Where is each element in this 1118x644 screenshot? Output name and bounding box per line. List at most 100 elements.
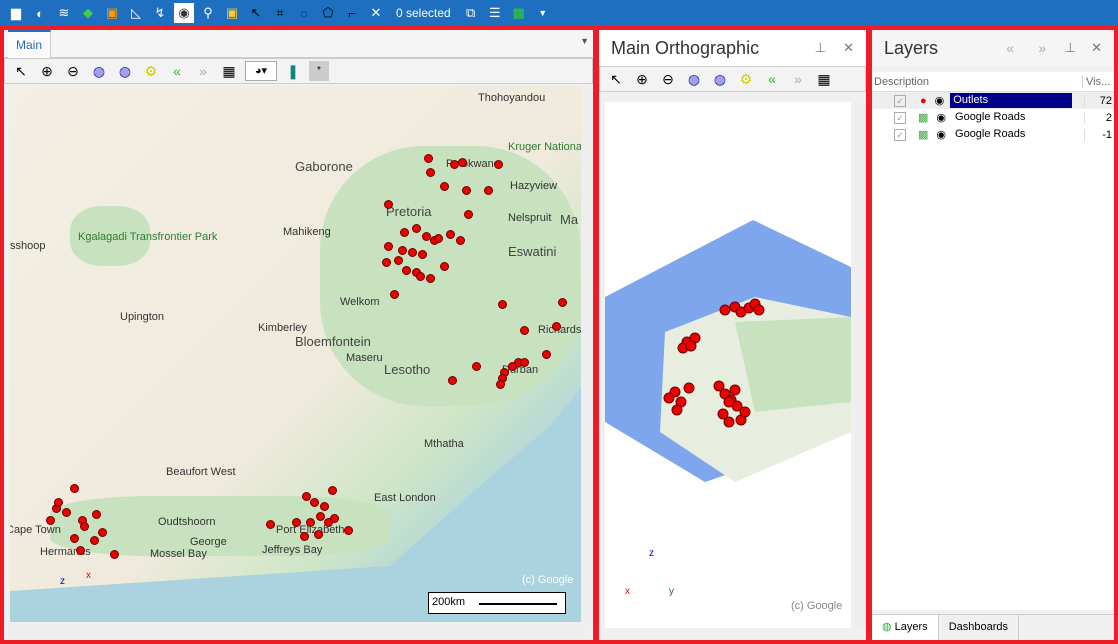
table-icon[interactable]: ☰ (485, 3, 505, 23)
outlet-point[interactable] (310, 498, 319, 507)
outlet-point[interactable] (98, 528, 107, 537)
outlet-point[interactable] (400, 228, 409, 237)
outlet-point[interactable] (76, 546, 85, 555)
select-line-icon[interactable]: ⌐ (342, 3, 362, 23)
outlet-point[interactable] (723, 416, 735, 428)
theme-dropdown[interactable]: ◕▾ (245, 61, 277, 81)
pin-icon[interactable]: ⊥ (1065, 40, 1076, 56)
grid-icon[interactable]: ▦ (814, 69, 834, 89)
back-icon[interactable]: « (762, 69, 782, 89)
outlet-point[interactable] (472, 362, 481, 371)
tab-main[interactable]: Main (8, 30, 52, 58)
outlet-point[interactable] (753, 304, 765, 316)
outlet-point[interactable] (494, 160, 503, 169)
pointer-icon[interactable]: ↖ (11, 61, 31, 81)
measure-icon[interactable]: ◺ (126, 3, 146, 23)
outlet-point[interactable] (440, 262, 449, 271)
outlet-point[interactable] (300, 532, 309, 541)
outlet-point[interactable] (520, 326, 529, 335)
outlet-point[interactable] (552, 322, 561, 331)
select-polygon-icon[interactable]: ⬠ (318, 3, 338, 23)
clear-selection-icon[interactable]: ✕ (366, 3, 386, 23)
outlet-point[interactable] (448, 376, 457, 385)
outlet-point[interactable] (456, 236, 465, 245)
select-point-icon[interactable]: ↖ (246, 3, 266, 23)
excel-icon[interactable]: ▩ (509, 3, 529, 23)
pin-icon[interactable]: ⊥ (815, 40, 826, 56)
export-icon[interactable]: ⧉ (461, 3, 481, 23)
forward-icon[interactable]: » (788, 69, 808, 89)
outlet-point[interactable] (80, 522, 89, 531)
layer-row[interactable]: ✓ ▩ ◉ Google Roads 2 (872, 109, 1114, 126)
outlet-point[interactable] (46, 516, 55, 525)
outlet-point[interactable] (424, 154, 433, 163)
outlet-point[interactable] (685, 340, 697, 352)
outlet-point[interactable] (70, 534, 79, 543)
outlet-point[interactable] (426, 168, 435, 177)
frame-icon[interactable]: ▣ (222, 3, 242, 23)
outlet-point[interactable] (328, 486, 337, 495)
visibility-checkbox[interactable]: ✓ (894, 111, 906, 124)
outlet-point[interactable] (398, 246, 407, 255)
back-icon[interactable]: « (1006, 40, 1014, 56)
zoom-in-icon[interactable]: ⊕ (37, 61, 57, 81)
outlet-point[interactable] (394, 256, 403, 265)
forward-icon[interactable]: » (193, 61, 213, 81)
outlet-point[interactable] (663, 392, 675, 404)
outlet-point[interactable] (440, 182, 449, 191)
outlet-point[interactable] (306, 518, 315, 527)
dropdown-icon[interactable]: ▼ (533, 3, 553, 23)
route-icon[interactable]: ↯ (150, 3, 170, 23)
column-description[interactable]: Description (872, 76, 1082, 88)
outlet-point[interactable] (426, 274, 435, 283)
outlet-point[interactable] (92, 510, 101, 519)
ortho-map[interactable]: z x y (c) Google (605, 102, 851, 628)
outlet-point[interactable] (446, 230, 455, 239)
outlet-point[interactable] (344, 526, 353, 535)
tab-dashboards[interactable]: Dashboards (939, 615, 1020, 640)
outlet-point[interactable] (384, 200, 393, 209)
column-visible[interactable]: Vis... (1082, 75, 1110, 88)
globe-extent-icon[interactable]: ◍ (710, 69, 730, 89)
visibility-checkbox[interactable]: ✓ (894, 94, 906, 107)
zoom-out-icon[interactable]: ⊖ (658, 69, 678, 89)
outlet-point[interactable] (412, 224, 421, 233)
outlet-point[interactable] (719, 304, 731, 316)
globe-icon[interactable]: ◍ (684, 69, 704, 89)
outlet-point[interactable] (498, 300, 507, 309)
forward-icon[interactable]: » (1038, 40, 1046, 56)
outlet-point[interactable] (683, 382, 695, 394)
palette-icon[interactable]: ◐ (30, 3, 50, 23)
outlet-point[interactable] (384, 242, 393, 251)
back-icon[interactable]: « (167, 61, 187, 81)
outlet-point[interactable] (324, 518, 333, 527)
google-maps-icon[interactable]: ◆ (78, 3, 98, 23)
zoom-in-icon[interactable]: ⊕ (632, 69, 652, 89)
layer-row[interactable]: ✓ ▩ ◉ Google Roads -1 (872, 126, 1114, 143)
outlet-point[interactable] (408, 248, 417, 257)
vertical-scrollbar[interactable] (854, 102, 866, 628)
globe-extent-icon[interactable]: ◍ (115, 61, 135, 81)
outlet-point[interactable] (434, 234, 443, 243)
close-icon[interactable]: ✕ (1091, 40, 1102, 56)
chevron-down-icon[interactable]: ▼ (580, 36, 589, 46)
outlet-point[interactable] (729, 384, 741, 396)
grid-icon[interactable]: ▦ (219, 61, 239, 81)
eye-icon[interactable]: ◉ (936, 128, 946, 141)
bookmark-icon[interactable]: ❚ (283, 61, 303, 81)
outlet-point[interactable] (90, 536, 99, 545)
globe-icon[interactable]: ◍ (89, 61, 109, 81)
outlet-point[interactable] (671, 404, 683, 416)
close-icon[interactable]: ✕ (843, 40, 854, 56)
outlet-point[interactable] (70, 484, 79, 493)
layer-row[interactable]: ✓ ● ◉ Outlets 72 (872, 92, 1114, 109)
outlet-point[interactable] (314, 530, 323, 539)
b-icon[interactable]: ▣ (102, 3, 122, 23)
outlet-point[interactable] (496, 380, 505, 389)
main-map[interactable]: GaboronePolokwaneKruger National ParkHaz… (10, 86, 583, 622)
layers-icon[interactable]: ≋ (54, 3, 74, 23)
outlet-point[interactable] (464, 210, 473, 219)
outlet-point[interactable] (416, 272, 425, 281)
pin-icon[interactable]: ⚲ (198, 3, 218, 23)
outlet-point[interactable] (739, 406, 751, 418)
